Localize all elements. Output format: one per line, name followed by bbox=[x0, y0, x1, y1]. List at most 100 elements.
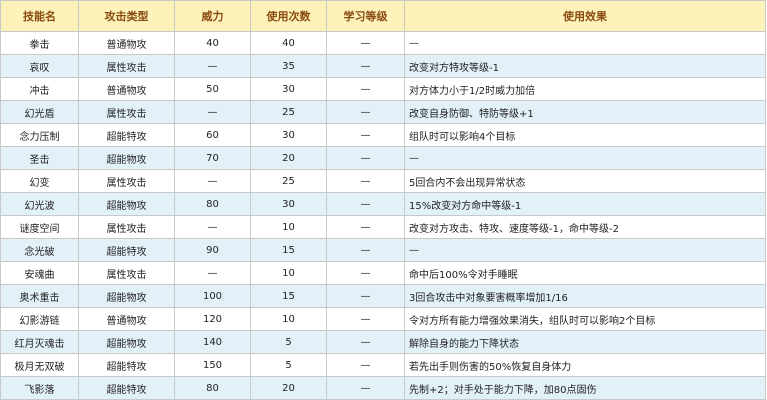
cell-uses: 25 bbox=[250, 100, 327, 124]
cell-attack-type: 属性攻击 bbox=[78, 100, 175, 124]
cell-skill-name: 圣击 bbox=[0, 146, 79, 170]
cell-learn-level: — bbox=[326, 353, 405, 377]
cell-uses: 25 bbox=[250, 169, 327, 193]
cell-effect: 组队时可以影响4个目标 bbox=[404, 123, 766, 147]
cell-skill-name: 谜度空间 bbox=[0, 215, 79, 239]
cell-power: — bbox=[174, 54, 251, 78]
cell-power: 60 bbox=[174, 123, 251, 147]
cell-uses: 10 bbox=[250, 261, 327, 285]
cell-learn-level: — bbox=[326, 77, 405, 101]
cell-skill-name: 飞影落 bbox=[0, 376, 79, 400]
cell-attack-type: 超能特攻 bbox=[78, 123, 175, 147]
table-row: 幻光盾 属性攻击 — 25 — 改变自身防御、特防等级+1 bbox=[0, 100, 766, 124]
table-row: 念光破 超能特攻 90 15 — — bbox=[0, 238, 766, 262]
cell-effect: 改变对方特攻等级-1 bbox=[404, 54, 766, 78]
cell-uses: 30 bbox=[250, 123, 327, 147]
cell-power: 120 bbox=[174, 307, 251, 331]
cell-power: 80 bbox=[174, 192, 251, 216]
cell-effect: — bbox=[404, 146, 766, 170]
skill-table: 技能名 攻击类型 威力 使用次数 学习等级 使用效果 拳击 普通物攻 40 40… bbox=[0, 0, 766, 400]
cell-skill-name: 幻影游链 bbox=[0, 307, 79, 331]
cell-power: 80 bbox=[174, 376, 251, 400]
cell-learn-level: — bbox=[326, 146, 405, 170]
cell-uses: 5 bbox=[250, 353, 327, 377]
cell-learn-level: — bbox=[326, 215, 405, 239]
cell-attack-type: 属性攻击 bbox=[78, 169, 175, 193]
cell-attack-type: 属性攻击 bbox=[78, 261, 175, 285]
table-row: 冲击 普通物攻 50 30 — 对方体力小于1/2时威力加倍 bbox=[0, 77, 766, 101]
cell-skill-name: 念光破 bbox=[0, 238, 79, 262]
cell-effect: 3回合攻击中对象要害概率增加1/16 bbox=[404, 284, 766, 308]
cell-effect: 15%改变对方命中等级-1 bbox=[404, 192, 766, 216]
table-row: 哀叹 属性攻击 — 35 — 改变对方特攻等级-1 bbox=[0, 54, 766, 78]
cell-effect: 令对方所有能力增强效果消失，组队时可以影响2个目标 bbox=[404, 307, 766, 331]
cell-learn-level: — bbox=[326, 307, 405, 331]
cell-learn-level: — bbox=[326, 330, 405, 354]
cell-skill-name: 幻光波 bbox=[0, 192, 79, 216]
table-row: 红月灭魂击 超能物攻 140 5 — 解除自身的能力下降状态 bbox=[0, 330, 766, 354]
cell-power: — bbox=[174, 169, 251, 193]
cell-skill-name: 极月无双破 bbox=[0, 353, 79, 377]
cell-learn-level: — bbox=[326, 192, 405, 216]
table-row: 圣击 超能物攻 70 20 — — bbox=[0, 146, 766, 170]
cell-learn-level: — bbox=[326, 100, 405, 124]
table-row: 极月无双破 超能特攻 150 5 — 若先出手则伤害的50%恢复自身体力 bbox=[0, 353, 766, 377]
header-attack-type: 攻击类型 bbox=[78, 0, 175, 32]
cell-power: — bbox=[174, 261, 251, 285]
table-row: 飞影落 超能特攻 80 20 — 先制+2；对手处于能力下降，加80点固伤 bbox=[0, 376, 766, 400]
cell-skill-name: 奥术重击 bbox=[0, 284, 79, 308]
cell-uses: 20 bbox=[250, 376, 327, 400]
cell-uses: 5 bbox=[250, 330, 327, 354]
cell-attack-type: 超能特攻 bbox=[78, 376, 175, 400]
cell-uses: 10 bbox=[250, 307, 327, 331]
table-row: 幻影游链 普通物攻 120 10 — 令对方所有能力增强效果消失，组队时可以影响… bbox=[0, 307, 766, 331]
cell-power: 70 bbox=[174, 146, 251, 170]
cell-learn-level: — bbox=[326, 123, 405, 147]
cell-effect: 5回合内不会出现异常状态 bbox=[404, 169, 766, 193]
cell-power: 50 bbox=[174, 77, 251, 101]
table-row: 幻光波 超能物攻 80 30 — 15%改变对方命中等级-1 bbox=[0, 192, 766, 216]
cell-power: 150 bbox=[174, 353, 251, 377]
cell-attack-type: 超能物攻 bbox=[78, 146, 175, 170]
cell-effect: — bbox=[404, 238, 766, 262]
cell-attack-type: 超能物攻 bbox=[78, 284, 175, 308]
cell-effect: 对方体力小于1/2时威力加倍 bbox=[404, 77, 766, 101]
cell-attack-type: 普通物攻 bbox=[78, 307, 175, 331]
header-effect: 使用效果 bbox=[404, 0, 766, 32]
cell-power: — bbox=[174, 215, 251, 239]
cell-attack-type: 超能特攻 bbox=[78, 238, 175, 262]
cell-effect: 解除自身的能力下降状态 bbox=[404, 330, 766, 354]
cell-skill-name: 安魂曲 bbox=[0, 261, 79, 285]
cell-power: 140 bbox=[174, 330, 251, 354]
cell-uses: 40 bbox=[250, 31, 327, 55]
table-row: 奥术重击 超能物攻 100 15 — 3回合攻击中对象要害概率增加1/16 bbox=[0, 284, 766, 308]
cell-effect: 改变对方攻击、特攻、速度等级-1，命中等级-2 bbox=[404, 215, 766, 239]
cell-learn-level: — bbox=[326, 54, 405, 78]
cell-effect: 若先出手则伤害的50%恢复自身体力 bbox=[404, 353, 766, 377]
cell-skill-name: 红月灭魂击 bbox=[0, 330, 79, 354]
cell-skill-name: 幻变 bbox=[0, 169, 79, 193]
cell-learn-level: — bbox=[326, 169, 405, 193]
cell-uses: 30 bbox=[250, 77, 327, 101]
header-power: 威力 bbox=[174, 0, 251, 32]
cell-uses: 35 bbox=[250, 54, 327, 78]
table-row: 念力压制 超能特攻 60 30 — 组队时可以影响4个目标 bbox=[0, 123, 766, 147]
cell-skill-name: 念力压制 bbox=[0, 123, 79, 147]
cell-attack-type: 属性攻击 bbox=[78, 54, 175, 78]
cell-effect: 命中后100%令对手睡眠 bbox=[404, 261, 766, 285]
cell-attack-type: 属性攻击 bbox=[78, 215, 175, 239]
table-header-row: 技能名 攻击类型 威力 使用次数 学习等级 使用效果 bbox=[0, 0, 766, 32]
cell-uses: 15 bbox=[250, 238, 327, 262]
cell-power: 40 bbox=[174, 31, 251, 55]
cell-power: 90 bbox=[174, 238, 251, 262]
cell-effect: — bbox=[404, 31, 766, 55]
cell-attack-type: 超能物攻 bbox=[78, 192, 175, 216]
cell-attack-type: 普通物攻 bbox=[78, 77, 175, 101]
cell-learn-level: — bbox=[326, 238, 405, 262]
cell-uses: 30 bbox=[250, 192, 327, 216]
cell-uses: 20 bbox=[250, 146, 327, 170]
cell-learn-level: — bbox=[326, 261, 405, 285]
cell-learn-level: — bbox=[326, 284, 405, 308]
cell-skill-name: 幻光盾 bbox=[0, 100, 79, 124]
cell-skill-name: 哀叹 bbox=[0, 54, 79, 78]
